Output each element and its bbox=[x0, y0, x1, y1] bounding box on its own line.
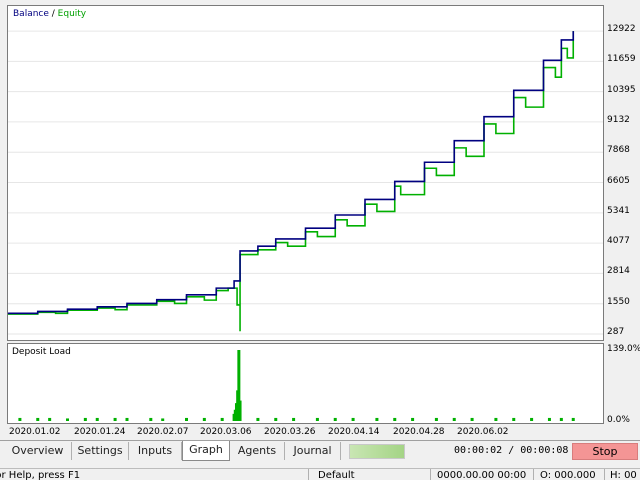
load-bar bbox=[393, 417, 397, 421]
deposit-load-chart: Deposit Load bbox=[7, 343, 604, 424]
date-x-axis: 2020.01.02 2020.01.24 2020.02.07 2020.03.06… bbox=[7, 424, 604, 440]
tab-settings[interactable]: Settings bbox=[72, 442, 129, 460]
load-bar bbox=[36, 417, 40, 421]
x-tick-label: 2020.03.26 bbox=[264, 427, 316, 437]
deposit-load-label: Deposit Load bbox=[12, 347, 71, 357]
status-separator bbox=[308, 469, 309, 480]
legend-separator: / bbox=[48, 9, 58, 19]
load-bar bbox=[452, 417, 456, 421]
y-tick-label: 1550 bbox=[607, 296, 630, 307]
x-tick-label: 2020.02.07 bbox=[137, 427, 189, 437]
status-separator bbox=[604, 469, 605, 480]
load-bar bbox=[530, 417, 534, 421]
legend-equity: Equity bbox=[57, 9, 87, 19]
remaining-time: 00:00:08 bbox=[520, 445, 569, 456]
y-tick-label: 12922 bbox=[607, 24, 636, 35]
timer-separator: / bbox=[502, 445, 521, 456]
status-datetime: 0000.00.00 00:00 bbox=[437, 470, 527, 480]
equity-series-line bbox=[8, 31, 575, 332]
load-bar bbox=[494, 417, 498, 421]
load-bar bbox=[202, 417, 206, 421]
load-bar bbox=[274, 417, 278, 421]
y-tick-label: 10395 bbox=[607, 84, 636, 95]
x-tick-label: 2020.03.06 bbox=[200, 427, 252, 437]
x-tick-label: 2020.01.02 bbox=[9, 427, 61, 437]
x-tick-label: 2020.01.24 bbox=[74, 427, 126, 437]
load-y-tick-label: 139.0% bbox=[607, 344, 640, 354]
load-bar bbox=[18, 417, 22, 421]
strategy-tester-window: Balance / Equity 12922 11659 10395 9132 7868… bbox=[0, 0, 640, 480]
load-bar bbox=[149, 417, 153, 421]
y-tick-label: 9132 bbox=[607, 114, 630, 125]
elapsed-time: 00:00:02 bbox=[454, 445, 503, 456]
tab-agents[interactable]: Agents bbox=[230, 442, 285, 460]
y-tick-label: 7868 bbox=[607, 145, 630, 156]
tab-journal[interactable]: Journal bbox=[285, 442, 341, 460]
legend-balance: Balance bbox=[13, 9, 49, 19]
y-tick-label: 2814 bbox=[607, 266, 630, 277]
load-bar bbox=[375, 417, 379, 421]
load-bar bbox=[292, 417, 296, 421]
load-bar bbox=[95, 417, 99, 421]
load-bar bbox=[559, 417, 563, 421]
load-bar bbox=[411, 417, 415, 421]
status-profile[interactable]: Default bbox=[318, 470, 355, 480]
status-separator bbox=[430, 469, 431, 480]
load-bar bbox=[48, 417, 52, 421]
y-tick-label: 4077 bbox=[607, 236, 630, 247]
status-help-text: For Help, press F1 bbox=[0, 470, 81, 480]
y-tick-label: 11659 bbox=[607, 54, 636, 65]
tab-graph[interactable]: Graph bbox=[182, 441, 230, 461]
load-bar bbox=[220, 417, 224, 421]
tab-inputs[interactable]: Inputs bbox=[129, 442, 182, 460]
test-timer: 00:00:02 / 00:00:08 bbox=[454, 445, 568, 456]
load-bar bbox=[470, 417, 474, 421]
x-tick-label: 2020.04.14 bbox=[328, 427, 380, 437]
load-bar bbox=[351, 417, 355, 421]
load-bar bbox=[512, 417, 516, 421]
balance-equity-chart: Balance / Equity bbox=[7, 5, 604, 341]
load-bar bbox=[83, 417, 87, 421]
deposit-load-plot bbox=[18, 350, 575, 421]
load-bar bbox=[333, 417, 337, 421]
load-y-tick-label: 0.0% bbox=[607, 415, 630, 425]
load-bar bbox=[125, 417, 129, 421]
load-bar bbox=[185, 417, 188, 421]
balance-series-line bbox=[8, 31, 575, 315]
load-bar bbox=[256, 417, 260, 421]
y-tick-label: 5341 bbox=[607, 205, 630, 216]
x-tick-label: 2020.04.28 bbox=[393, 427, 445, 437]
load-bar bbox=[238, 400, 242, 421]
test-progress-bar bbox=[349, 444, 405, 459]
status-open-price: O: 000.000 bbox=[540, 470, 596, 480]
load-bar bbox=[434, 417, 438, 421]
load-bar bbox=[547, 417, 551, 421]
status-high-price: H: 00 bbox=[610, 470, 637, 480]
load-bar bbox=[66, 418, 69, 421]
chart-legend: Balance / Equity bbox=[13, 9, 86, 19]
y-tick-label: 6605 bbox=[607, 175, 630, 186]
stop-button[interactable]: Stop bbox=[572, 443, 638, 460]
load-bar bbox=[113, 417, 117, 421]
tab-overview[interactable]: Overview bbox=[4, 442, 72, 460]
balance-y-axis: 12922 11659 10395 9132 7868 6605 5341 4077 2814 1… bbox=[604, 5, 640, 341]
deposit-load-y-axis: 139.0% 0.0% bbox=[604, 343, 640, 425]
load-bar bbox=[571, 417, 575, 421]
x-tick-label: 2020.06.02 bbox=[457, 427, 509, 437]
status-bar: For Help, press F1 Default 0000.00.00 00… bbox=[0, 468, 640, 480]
tester-tabs-bar: Overview Settings Inputs Graph Agents Jo… bbox=[0, 440, 640, 462]
load-bar bbox=[161, 418, 165, 421]
status-separator bbox=[533, 469, 534, 480]
load-bar bbox=[315, 417, 319, 421]
balance-equity-plot bbox=[8, 30, 603, 335]
y-tick-label: 287 bbox=[607, 327, 625, 337]
